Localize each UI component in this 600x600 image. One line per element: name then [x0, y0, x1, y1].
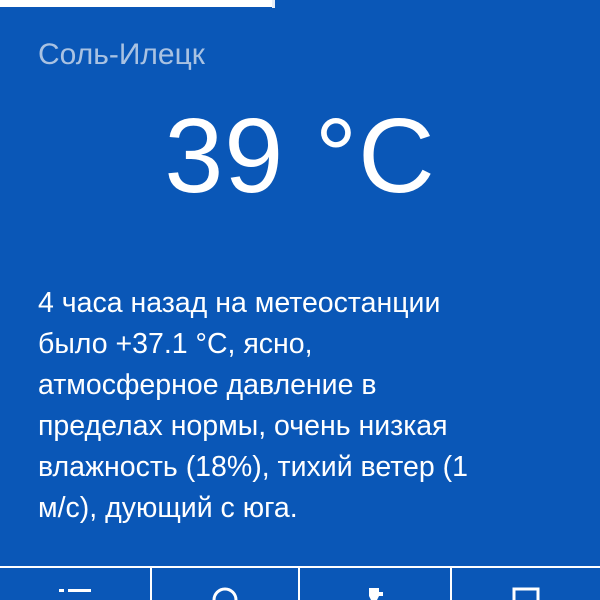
weather-description: 4 часа назад на метеостанции было +37.1 …	[38, 283, 578, 529]
wrench-icon	[369, 588, 383, 600]
list-button[interactable]	[0, 568, 152, 600]
tab-separator	[272, 0, 275, 8]
search-button[interactable]	[152, 568, 300, 600]
description-line: м/с), дующий с юга.	[38, 492, 298, 524]
description-line: было +37.1 °C, ясно,	[38, 328, 313, 360]
bottom-toolbar	[0, 566, 600, 600]
list-icon	[59, 589, 91, 592]
description-line: влажность (18%), тихий ветер (1	[38, 451, 468, 483]
temperature-value: 39 °C	[164, 97, 436, 215]
description-line: атмосферное давление в	[38, 369, 377, 401]
window-icon	[512, 587, 540, 600]
city-name: Соль-Илецк	[38, 38, 205, 71]
search-icon	[212, 587, 238, 600]
tab-active-indicator[interactable]	[0, 0, 272, 7]
window-button[interactable]	[452, 568, 600, 600]
description-line: пределах нормы, очень низкая	[38, 410, 448, 442]
settings-button[interactable]	[300, 568, 452, 600]
tab-strip	[0, 0, 600, 8]
description-line: 4 часа назад на метеостанции	[38, 287, 441, 319]
